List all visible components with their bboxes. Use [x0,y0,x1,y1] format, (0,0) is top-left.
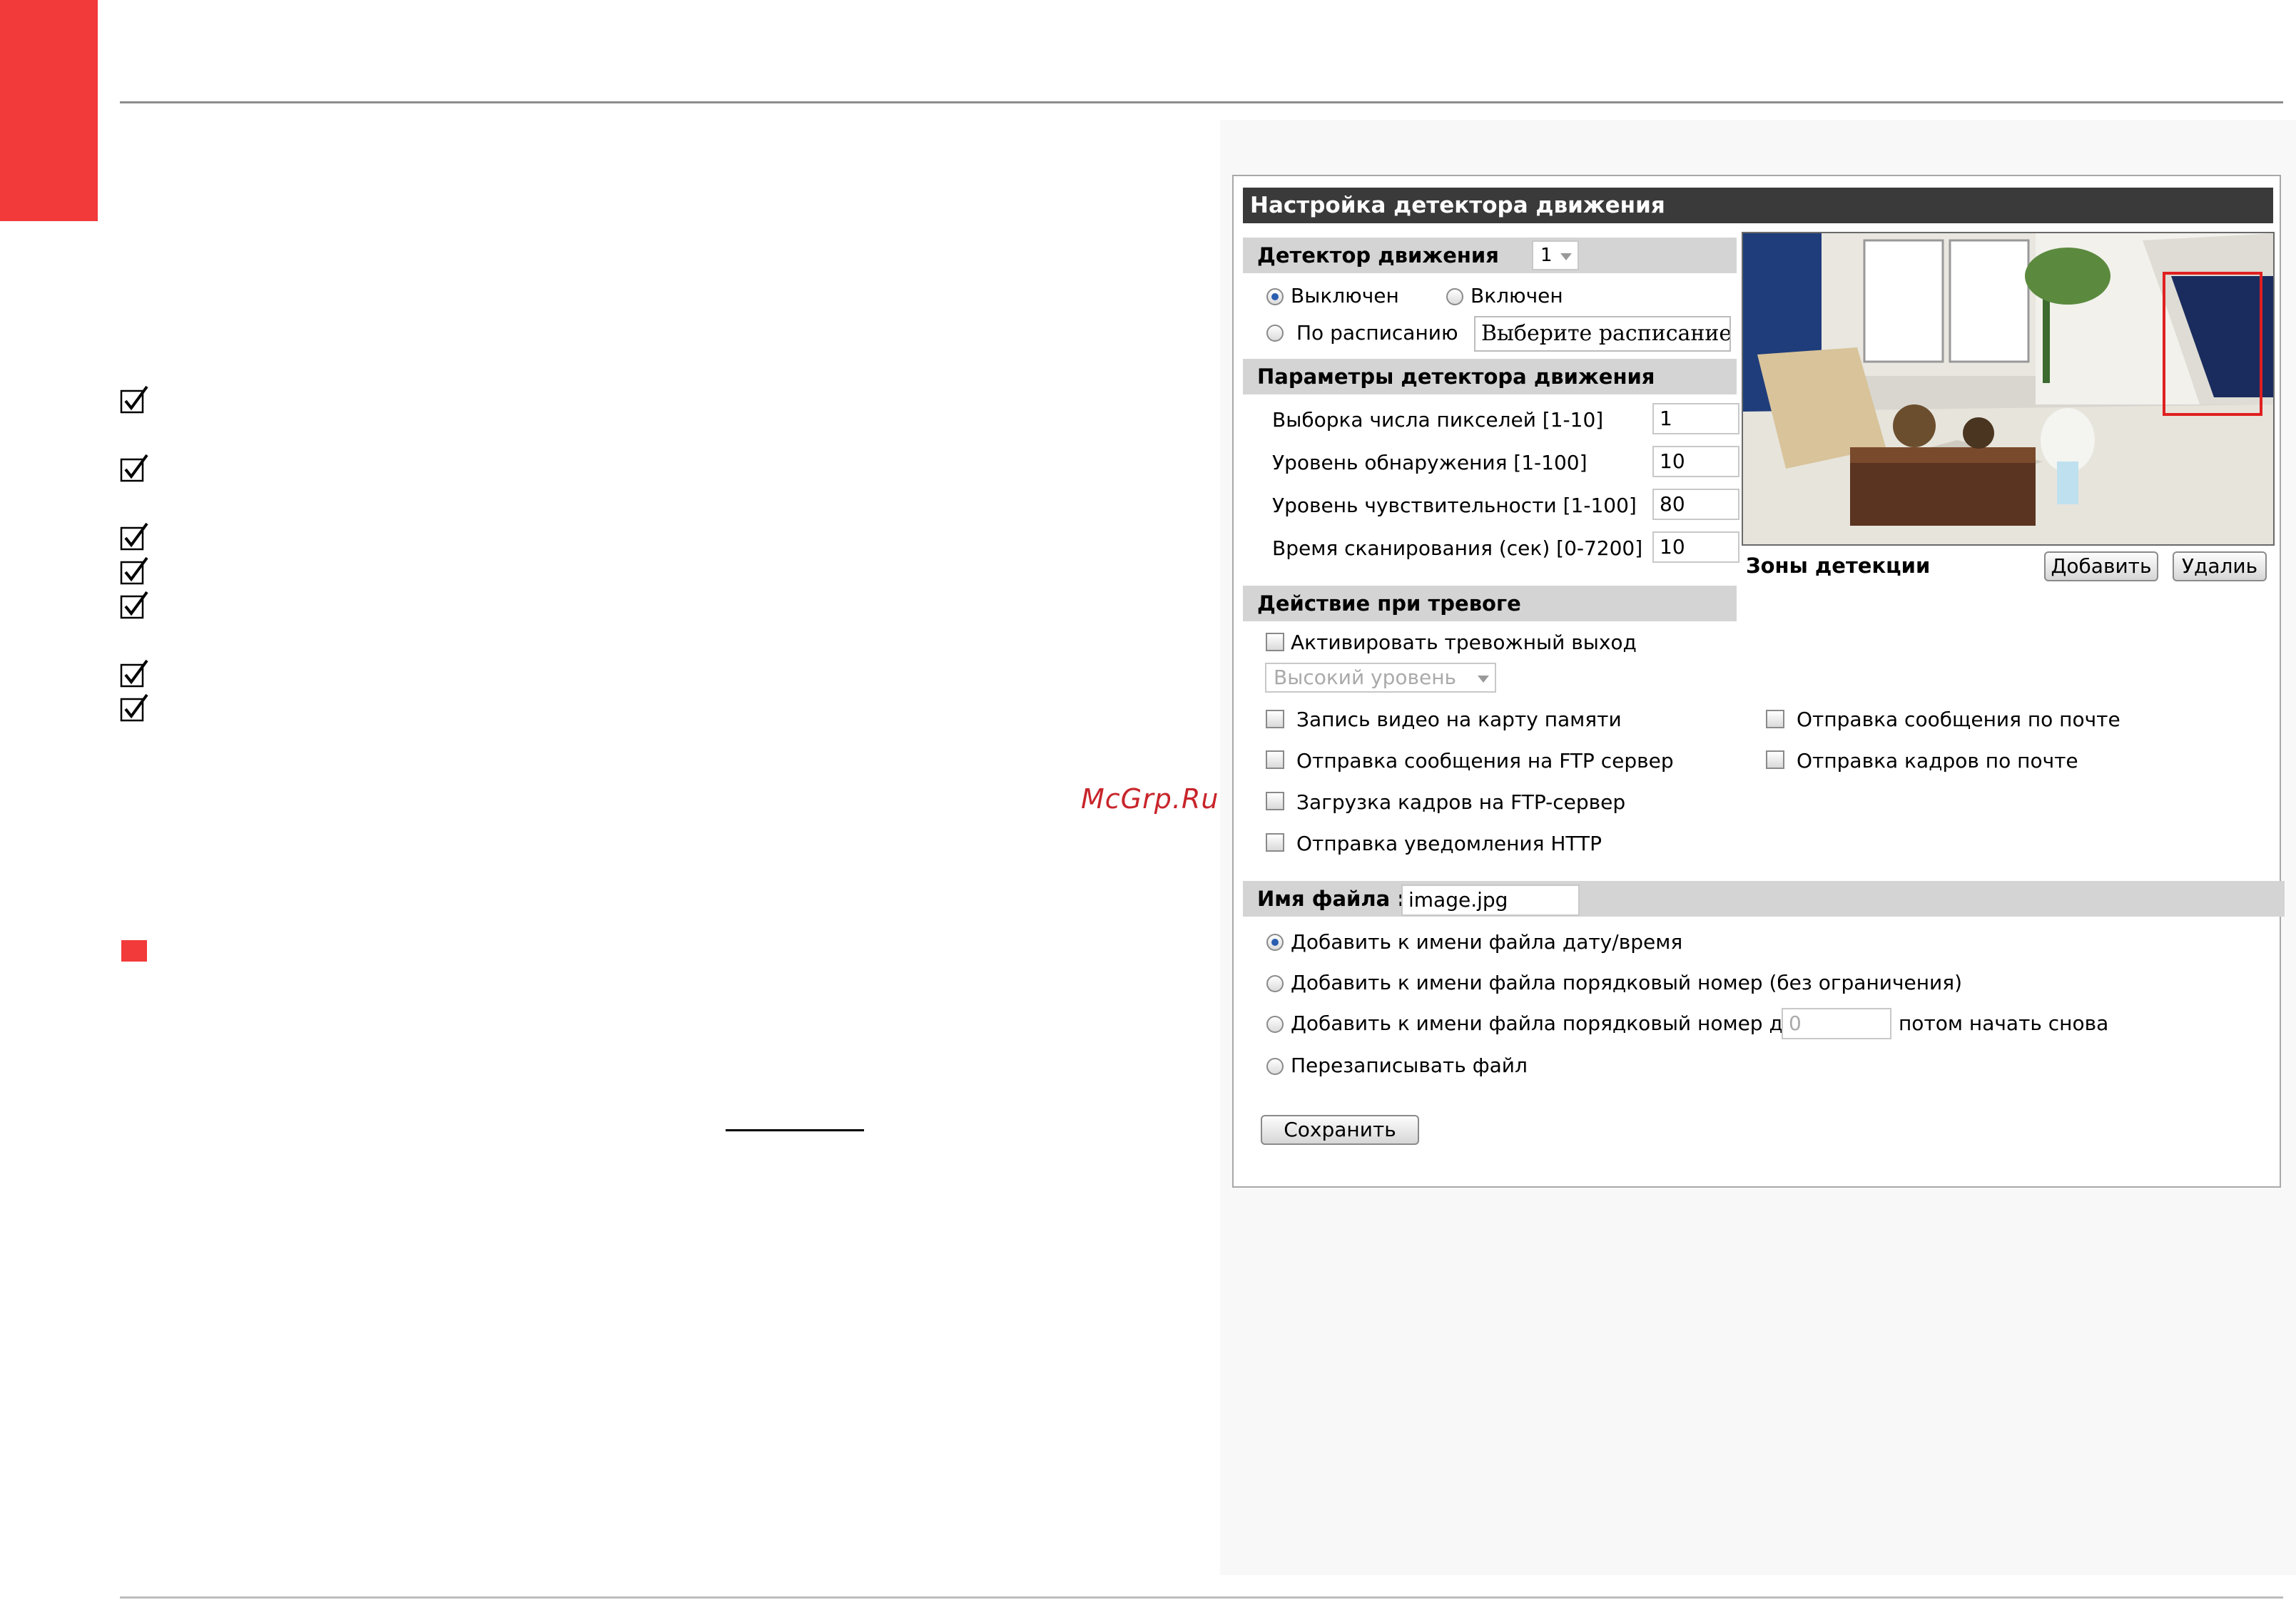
detector-select[interactable]: 1 [1532,240,1579,270]
param-input-sensitivity[interactable]: 80 [1652,489,1739,520]
param-input-scan-time[interactable]: 10 [1652,531,1739,563]
checkbox-alarm-option[interactable] [1766,710,1784,728]
alarm-option-label: Отправка кадров по почте [1797,749,2078,773]
section-file: Имя файла : [1243,881,2285,917]
checkbox-alarm-option[interactable] [1266,792,1284,810]
param-label: Время сканирования (сек) [0-7200] [1272,536,1643,560]
radio-detector-schedule[interactable] [1266,325,1284,342]
sequence-limit-input[interactable]: 0 [1782,1008,1891,1039]
red-corner-block [0,0,98,221]
param-input-detection[interactable]: 10 [1652,446,1739,477]
zones-label: Зоны детекции [1746,554,1931,578]
chevron-down-icon [1478,676,1489,683]
section-params: Параметры детектора движения [1243,359,1737,394]
file-option-label: Добавить к имени файла порядковый номер … [1291,1012,1795,1035]
checkmark-icon [120,659,148,688]
file-option-label: Добавить к имени файла дату/время [1291,930,1683,954]
checkbox-alarm-option[interactable] [1266,750,1284,769]
radio-file-overwrite[interactable] [1266,1058,1284,1075]
radio-file-datetime[interactable] [1266,934,1284,951]
detector-select-value: 1 [1540,245,1553,266]
radio-detector-off[interactable] [1266,288,1284,305]
checkbox-alarm-option[interactable] [1266,710,1284,728]
checkbox-activate-output[interactable] [1266,633,1284,651]
file-option-label: Добавить к имени файла порядковый номер … [1291,971,1963,994]
underline-rule [726,1129,864,1131]
checkmark-icon [120,591,148,619]
checkmark-icon [120,522,148,551]
camera-preview[interactable] [1742,232,2275,546]
file-label: Имя файла : [1257,887,1406,911]
add-zone-button[interactable]: Добавить [2044,551,2158,581]
window-title: Настройка детектора движения [1243,188,2273,223]
watermark: McGrp.Ru [1081,783,1219,815]
alarm-option-label: Запись видео на карту памяти [1296,708,1622,731]
section-alarm: Действие при тревоге [1243,586,1737,621]
file-option-label: потом начать снова [1899,1012,2109,1035]
motion-detector-window: Настройка детектора движения Детектор дв… [1232,175,2285,1188]
save-button[interactable]: Сохранить [1261,1115,1419,1145]
param-label: Выборка числа пикселей [1-10] [1272,408,1604,432]
detector-on-label: Включен [1470,284,1563,307]
param-input-pixels[interactable]: 1 [1652,403,1739,434]
section-detector: Детектор движения [1243,238,1737,273]
detection-zone-rect[interactable] [2163,272,2262,416]
top-rule [120,101,2283,103]
param-label: Уровень чувствительности [1-100] [1272,494,1637,517]
alarm-option-label: Отправка уведомления HTTP [1296,832,1602,855]
params-label: Параметры детектора движения [1257,365,1655,389]
schedule-select-button[interactable]: Выберите расписание... [1474,316,1731,352]
radio-detector-on[interactable] [1446,288,1463,305]
alarm-label: Действие при тревоге [1257,591,1521,616]
activate-output-label: Активировать тревожный выход [1291,631,1637,654]
level-select[interactable]: Высокий уровень [1265,663,1496,693]
detector-off-label: Выключен [1291,284,1399,307]
bottom-rule [120,1596,2283,1599]
file-name-input[interactable]: image.jpg [1401,885,1580,916]
red-bullet [121,940,147,962]
alarm-option-label: Отправка сообщения на FTP сервер [1296,749,1674,773]
checkmark-icon [120,693,148,722]
checkmark-icon [120,556,148,585]
param-label: Уровень обнаружения [1-100] [1272,451,1588,474]
checkmark-icon [120,454,148,482]
delete-zone-button[interactable]: Удалиь [2173,551,2267,581]
level-select-value: Высокий уровень [1274,666,1457,689]
checkmark-icon [120,385,148,414]
alarm-option-label: Загрузка кадров на FTP-сервер [1296,790,1626,814]
alarm-option-label: Отправка сообщения по почте [1797,708,2120,731]
radio-file-sequence[interactable] [1266,975,1284,992]
chevron-down-icon [1560,253,1572,260]
checkbox-alarm-option[interactable] [1766,750,1784,769]
radio-file-sequence-limit[interactable] [1266,1016,1284,1033]
checkbox-alarm-option[interactable] [1266,833,1284,852]
file-option-label: Перезаписывать файл [1291,1054,1528,1077]
detector-schedule-label: По расписанию [1296,321,1458,345]
detector-label: Детектор движения [1257,243,1499,267]
